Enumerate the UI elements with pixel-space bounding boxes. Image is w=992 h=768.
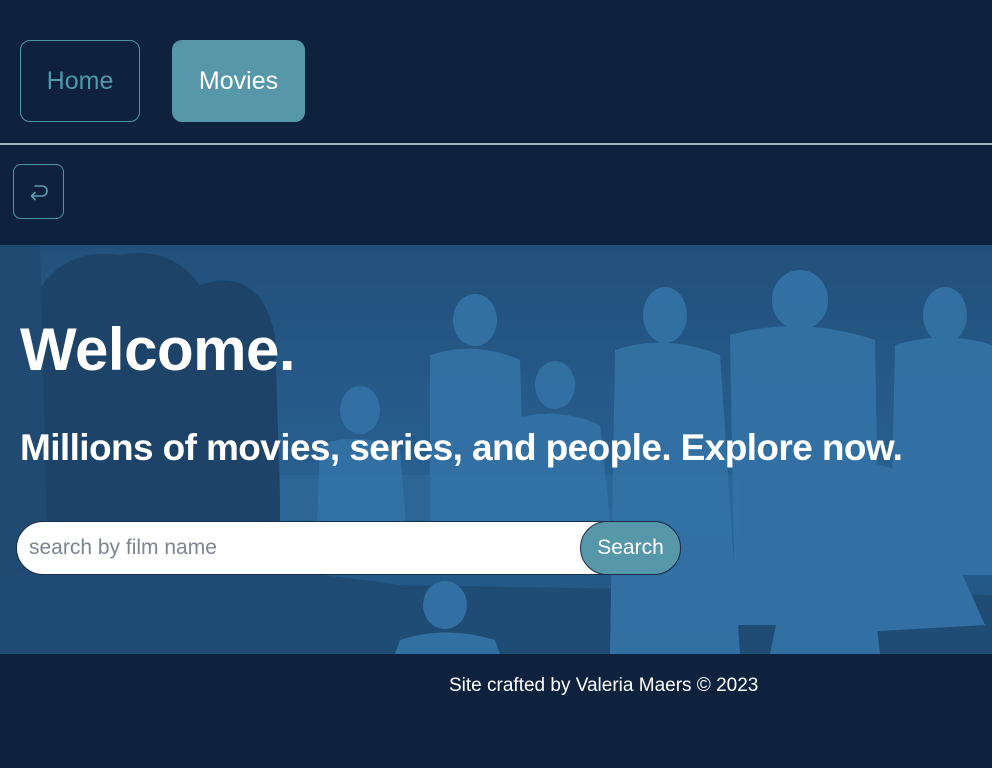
search-form: Search (16, 521, 681, 575)
hero-banner: Welcome. Millions of movies, series, and… (0, 245, 992, 654)
nav-home-button[interactable]: Home (20, 40, 140, 122)
search-button[interactable]: Search (580, 521, 681, 575)
footer-credit: Site crafted by Valeria Maers © 2023 (449, 675, 759, 696)
return-arrow-icon (30, 184, 48, 200)
site-header: Home Movies (0, 0, 992, 145)
site-footer: Site crafted by Valeria Maers © 2023 (0, 654, 992, 768)
hero-subtitle: Millions of movies, series, and people. … (20, 427, 903, 468)
nav-home-label: Home (46, 66, 114, 95)
nav-movies-button[interactable]: Movies (172, 40, 305, 122)
back-button[interactable] (13, 164, 64, 219)
hero-title: Welcome. (20, 316, 296, 383)
nav-movies-label: Movies (198, 66, 279, 95)
